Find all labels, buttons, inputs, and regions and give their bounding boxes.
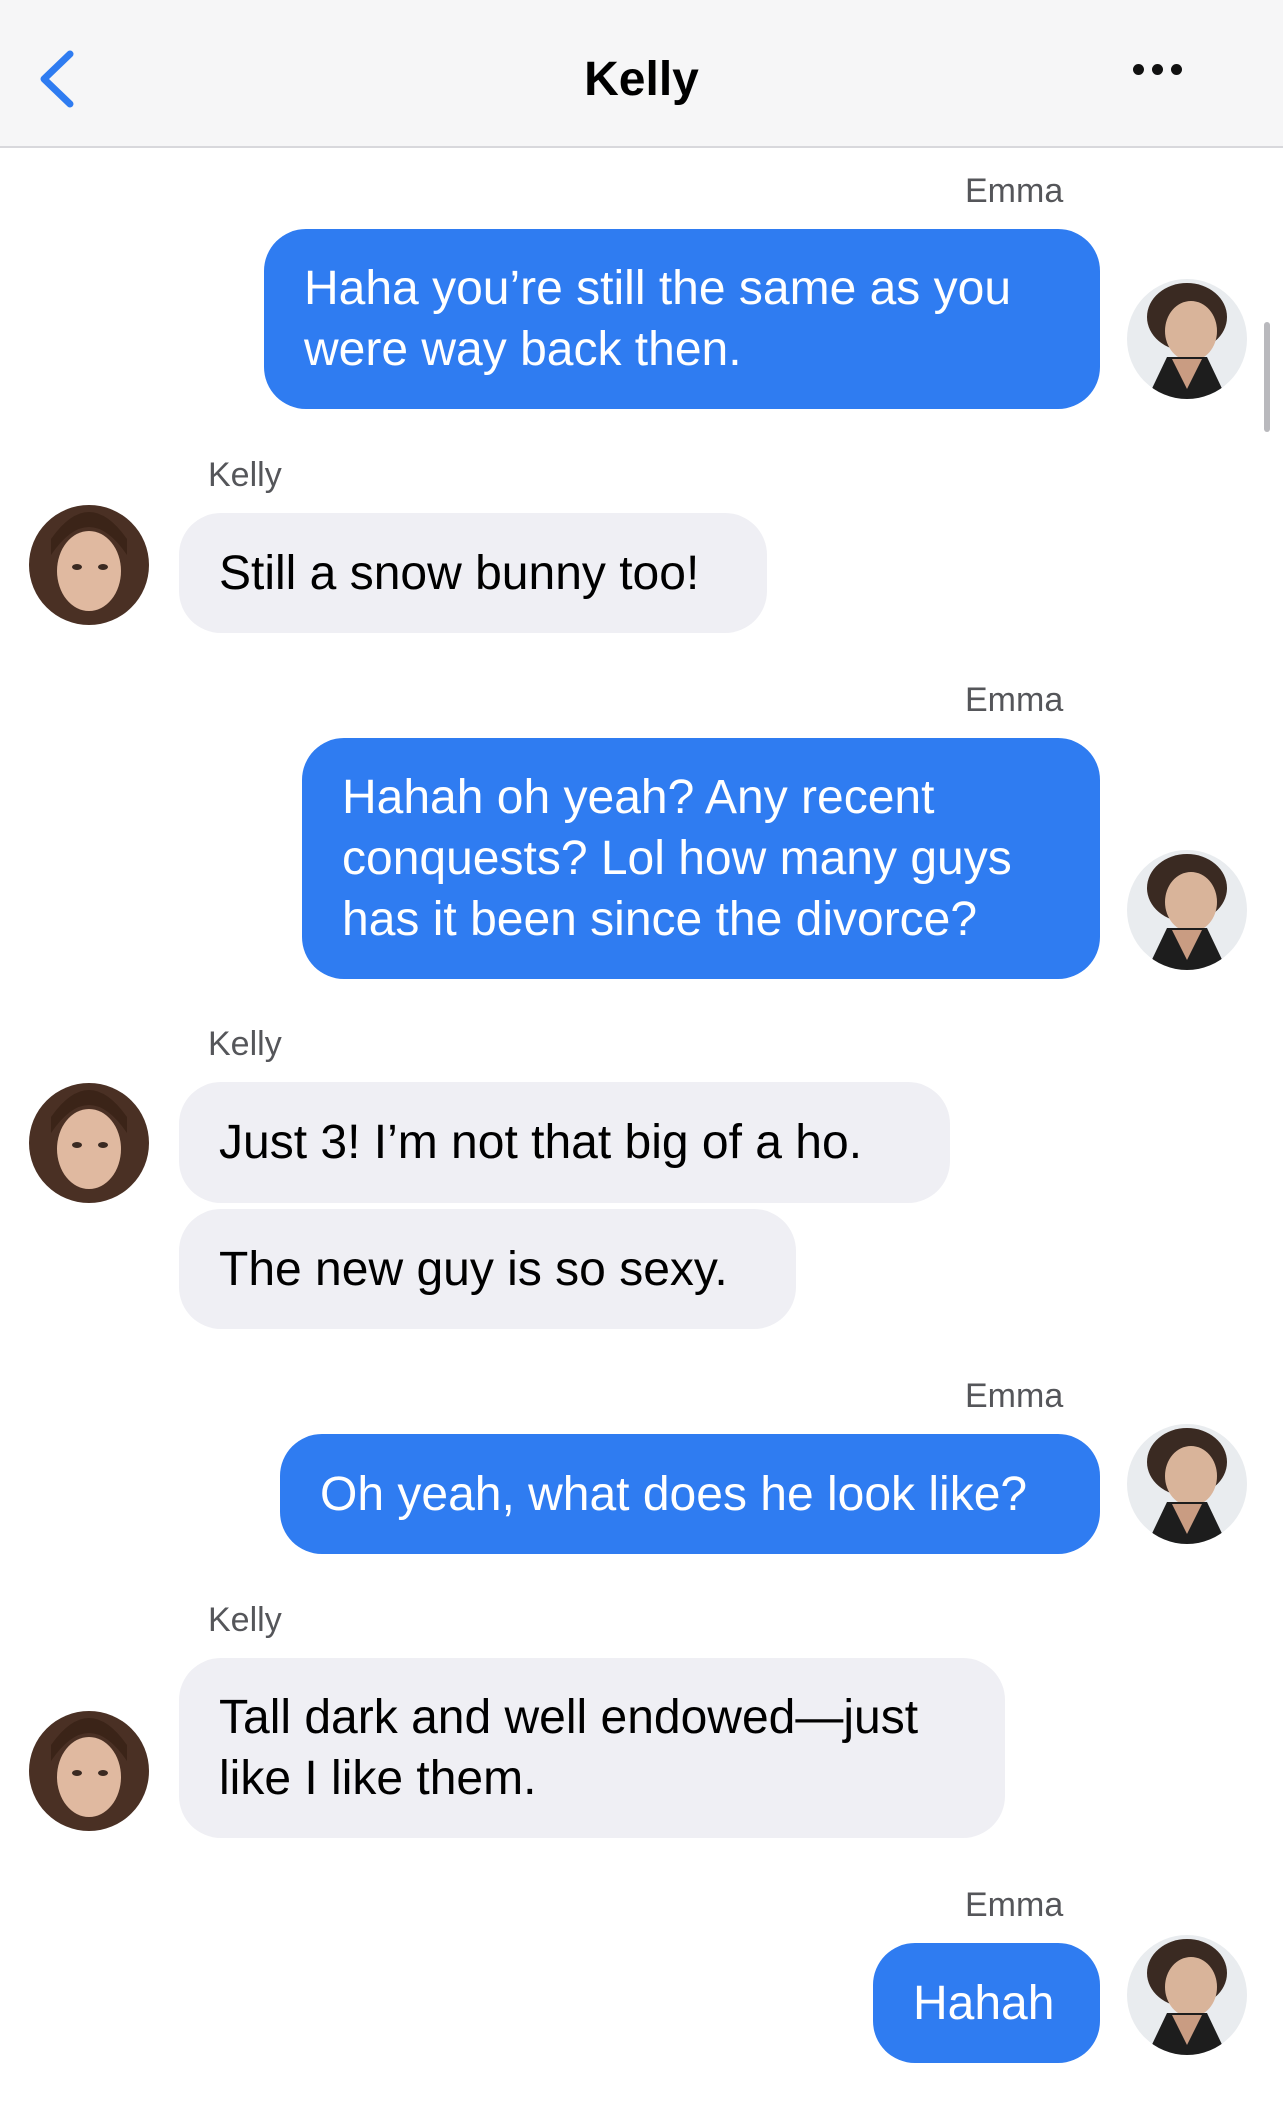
sender-name: Emma [965, 1377, 1064, 1415]
chat-header: Kelly [0, 0, 1283, 148]
sender-name: Kelly [208, 456, 282, 494]
sent-message-bubble[interactable]: Hahah [873, 1943, 1100, 2063]
sender-name: Emma [965, 172, 1064, 210]
message-text: Tall dark and well endowed—just like I l… [219, 1691, 919, 1805]
ellipsis-icon [1133, 64, 1144, 75]
message-text: Haha you’re still the same as you were w… [304, 262, 1012, 376]
sender-name: Kelly [208, 1025, 282, 1063]
message-text: Hahah oh yeah? Any recent conquests? Lol… [342, 771, 1012, 946]
sender-name: Kelly [208, 1601, 282, 1639]
received-message-bubble[interactable]: Still a snow bunny too! [179, 513, 767, 633]
message-text: Oh yeah, what does he look like? [320, 1467, 1028, 1521]
received-message-bubble[interactable]: Tall dark and well endowed—just like I l… [179, 1658, 1005, 1838]
sender-name: Emma [965, 1886, 1064, 1924]
more-options-button[interactable] [1133, 62, 1203, 92]
message-text: The new guy is so sexy. [219, 1242, 728, 1296]
scrollbar[interactable] [1264, 322, 1270, 432]
avatar-emma [1127, 850, 1247, 970]
avatar-emma [1127, 1935, 1247, 2055]
message-text: Just 3! I’m not that big of a ho. [219, 1116, 863, 1169]
chat-title: Kelly [584, 53, 699, 106]
avatar-kelly [29, 505, 149, 625]
sent-message-bubble[interactable]: Haha you’re still the same as you were w… [264, 229, 1100, 409]
message-text: Still a snow bunny too! [219, 546, 700, 600]
message-text: Hahah [913, 1976, 1055, 2030]
received-message-bubble[interactable]: Just 3! I’m not that big of a ho. [179, 1082, 950, 1203]
sender-name: Emma [965, 681, 1064, 719]
avatar-emma [1127, 1424, 1247, 1544]
avatar-emma [1127, 279, 1247, 399]
sent-message-bubble[interactable]: Oh yeah, what does he look like? [280, 1434, 1100, 1554]
avatar-kelly [29, 1083, 149, 1203]
sent-message-bubble[interactable]: Hahah oh yeah? Any recent conquests? Lol… [302, 738, 1100, 979]
received-message-bubble[interactable]: The new guy is so sexy. [179, 1209, 796, 1329]
avatar-kelly [29, 1711, 149, 1831]
